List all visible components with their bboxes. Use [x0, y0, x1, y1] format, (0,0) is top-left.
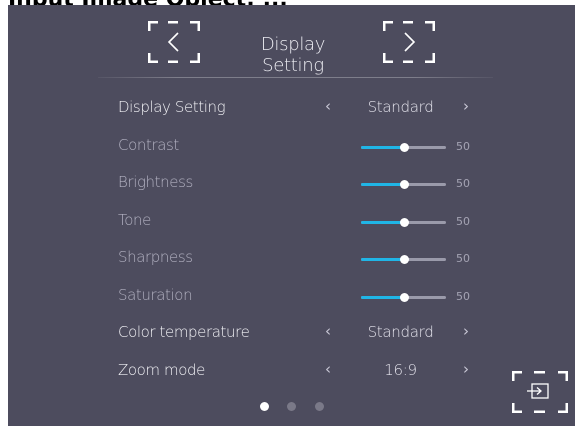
- chevron-right-icon: [383, 21, 435, 63]
- tone-slider[interactable]: [361, 218, 446, 227]
- setting-row-tone[interactable]: Tone 50: [118, 209, 498, 235]
- setting-label: Display Setting: [118, 98, 226, 116]
- slider-thumb[interactable]: [399, 218, 409, 227]
- next-page-button[interactable]: [383, 21, 435, 63]
- setting-label: Contrast: [118, 136, 179, 154]
- prev-page-button[interactable]: [148, 21, 200, 63]
- slider-thumb[interactable]: [399, 255, 409, 264]
- chevron-left-icon: [148, 21, 200, 63]
- slider-value: 50: [456, 140, 470, 153]
- slider-fill: [361, 296, 404, 299]
- saturation-slider[interactable]: [361, 293, 446, 302]
- slider-value: 50: [456, 215, 470, 228]
- setting-value: Standard: [367, 98, 434, 116]
- input-source-button[interactable]: [512, 371, 568, 413]
- brightness-slider[interactable]: [361, 180, 446, 189]
- setting-label: Sharpness: [118, 248, 193, 266]
- chevron-right-icon[interactable]: ›: [463, 322, 469, 340]
- page-title: Display Setting: [260, 34, 326, 76]
- chevron-left-icon[interactable]: ‹: [325, 97, 331, 115]
- setting-label: Color temperature: [118, 323, 250, 341]
- setting-row-contrast[interactable]: Contrast 50: [118, 134, 498, 160]
- chevron-left-icon[interactable]: ‹: [325, 360, 331, 378]
- chevron-right-icon[interactable]: ›: [463, 360, 469, 378]
- slider-thumb[interactable]: [399, 143, 409, 152]
- contrast-slider[interactable]: [361, 143, 446, 152]
- page-dot[interactable]: [315, 402, 324, 411]
- setting-row-zoom-mode[interactable]: Zoom mode ‹ 16:9 ›: [118, 359, 498, 385]
- setting-row-color-temperature[interactable]: Color temperature ‹ Standard ›: [118, 321, 498, 347]
- chevron-right-icon[interactable]: ›: [463, 97, 469, 115]
- sharpness-slider[interactable]: [361, 255, 446, 264]
- slider-value: 50: [456, 252, 470, 265]
- setting-label: Brightness: [118, 173, 193, 191]
- slider-value: 50: [456, 290, 470, 303]
- setting-row-sharpness[interactable]: Sharpness 50: [118, 246, 498, 272]
- page-dot[interactable]: [260, 402, 269, 411]
- setting-value: 16:9: [384, 361, 417, 379]
- chevron-left-icon[interactable]: ‹: [325, 322, 331, 340]
- input-source-icon: [512, 371, 568, 413]
- slider-value: 50: [456, 177, 470, 190]
- slider-thumb[interactable]: [399, 180, 409, 189]
- setting-value: Standard: [367, 323, 434, 341]
- setting-label: Zoom mode: [118, 361, 205, 379]
- header-divider: [98, 77, 493, 78]
- page-dot[interactable]: [287, 402, 296, 411]
- setting-label: Saturation: [118, 286, 193, 304]
- setting-row-display-setting[interactable]: Display Setting ‹ Standard ›: [118, 96, 498, 122]
- slider-fill: [361, 146, 404, 149]
- slider-fill: [361, 258, 404, 261]
- setting-label: Tone: [118, 211, 151, 229]
- tv-settings-screen: Display Setting Display Setting ‹ Standa…: [8, 5, 575, 426]
- slider-fill: [361, 183, 404, 186]
- setting-row-brightness[interactable]: Brightness 50: [118, 171, 498, 197]
- slider-fill: [361, 221, 404, 224]
- setting-row-saturation[interactable]: Saturation 50: [118, 284, 498, 310]
- slider-thumb[interactable]: [399, 293, 409, 302]
